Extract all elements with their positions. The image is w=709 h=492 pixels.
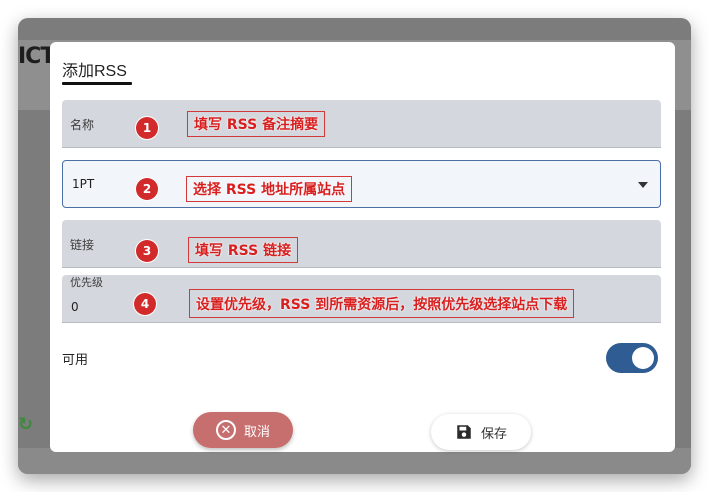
enable-label: 可用	[62, 353, 89, 368]
annotation-badge-1: 1	[136, 117, 158, 139]
save-button[interactable]: 保存	[431, 414, 531, 450]
cancel-button-label: 取消	[243, 424, 270, 440]
cancel-button[interactable]: ✕ 取消	[193, 412, 293, 448]
annotation-note-1: 填写 RSS 备注摘要	[187, 111, 326, 137]
floppy-disk-icon	[457, 425, 471, 439]
name-field-label: 名称	[70, 118, 95, 132]
site-select-value: 1PT	[72, 177, 95, 191]
annotation-note-4: 设置优先级，RSS 到所需资源后，按照优先级选择站点下载	[189, 289, 575, 318]
link-field-label: 链接	[70, 238, 95, 252]
save-button-label: 保存	[480, 426, 507, 442]
annotation-note-3: 填写 RSS 链接	[188, 237, 299, 263]
annotation-badge-2: 2	[136, 178, 158, 200]
enable-toggle[interactable]	[606, 343, 658, 373]
background-logo: ICT	[18, 44, 55, 69]
dialog-title: 添加RSS	[62, 63, 127, 80]
toggle-knob[interactable]	[632, 347, 654, 369]
annotation-note-2: 选择 RSS 地址所属站点	[186, 176, 353, 202]
title-underline	[62, 82, 132, 85]
annotation-badge-4: 4	[134, 293, 156, 315]
priority-field-label: 优先级	[70, 276, 103, 289]
priority-field-value: 0	[71, 300, 79, 314]
annotation-badge-3: 3	[136, 240, 158, 262]
caret-down-icon[interactable]	[638, 182, 648, 188]
refresh-icon: ↻	[18, 414, 34, 435]
close-circle-icon: ✕	[215, 420, 236, 440]
